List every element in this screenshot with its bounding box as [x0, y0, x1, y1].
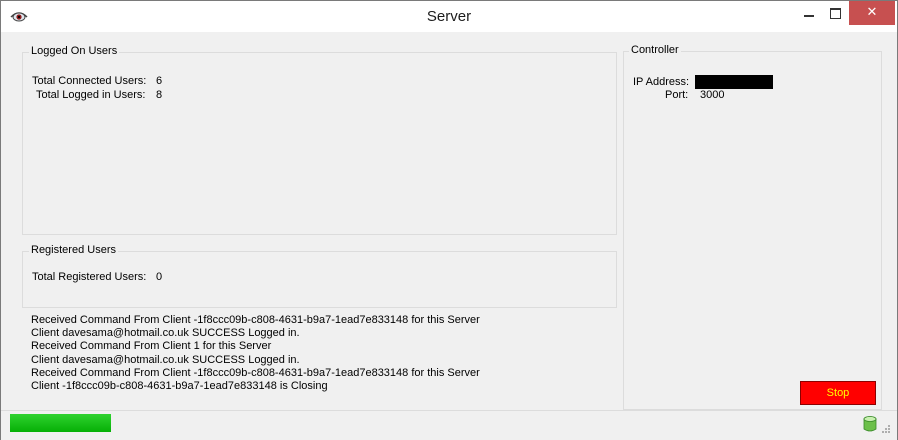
minimize-icon [804, 15, 814, 17]
controller-group: Controller [623, 44, 882, 410]
total-logged-in-users-value: 8 [156, 89, 163, 101]
total-connected-users-label: Total Connected Users: [32, 75, 147, 87]
maximize-icon [830, 8, 841, 19]
database-icon [863, 416, 877, 432]
controller-legend: Controller [629, 44, 681, 56]
registered-users-legend: Registered Users [29, 244, 118, 256]
total-connected-users-value: 6 [156, 75, 163, 87]
stop-button[interactable]: Stop [800, 381, 876, 405]
server-window: Server ✕ Logged On Users Total Connected… [0, 0, 898, 440]
maximize-button[interactable] [822, 1, 848, 25]
logged-on-users-legend: Logged On Users [29, 45, 120, 57]
title-bar[interactable]: Server ✕ [1, 1, 897, 32]
minimize-button[interactable] [796, 1, 822, 25]
ip-address-label: IP Address: [633, 76, 690, 88]
server-log: Received Command From Client -1f8ccc09b-… [31, 314, 611, 393]
ip-address-redacted [695, 75, 773, 89]
total-registered-users-value: 0 [156, 271, 163, 283]
total-registered-users-label: Total Registered Users: [32, 271, 147, 283]
log-line: Received Command From Client 1 for this … [31, 340, 272, 353]
port-value: 3000 [700, 89, 725, 101]
status-progress-bar [10, 414, 111, 432]
window-title: Server [426, 8, 472, 25]
log-line: Client davesama@hotmail.co.uk SUCCESS Lo… [31, 327, 300, 340]
status-bar [1, 410, 897, 440]
log-line: Client davesama@hotmail.co.uk SUCCESS Lo… [31, 353, 300, 366]
close-button[interactable]: ✕ [849, 1, 895, 25]
resize-grip-icon[interactable] [881, 424, 891, 434]
log-line: Received Command From Client -1f8ccc09b-… [31, 314, 480, 326]
port-label: Port: [665, 89, 689, 101]
log-line: Received Command From Client -1f8ccc09b-… [31, 366, 480, 379]
total-logged-in-users-label: Total Logged in Users: [36, 89, 146, 101]
log-line: Client -1f8ccc09b-c808-4631-b9a7-1ead7e8… [31, 379, 328, 392]
